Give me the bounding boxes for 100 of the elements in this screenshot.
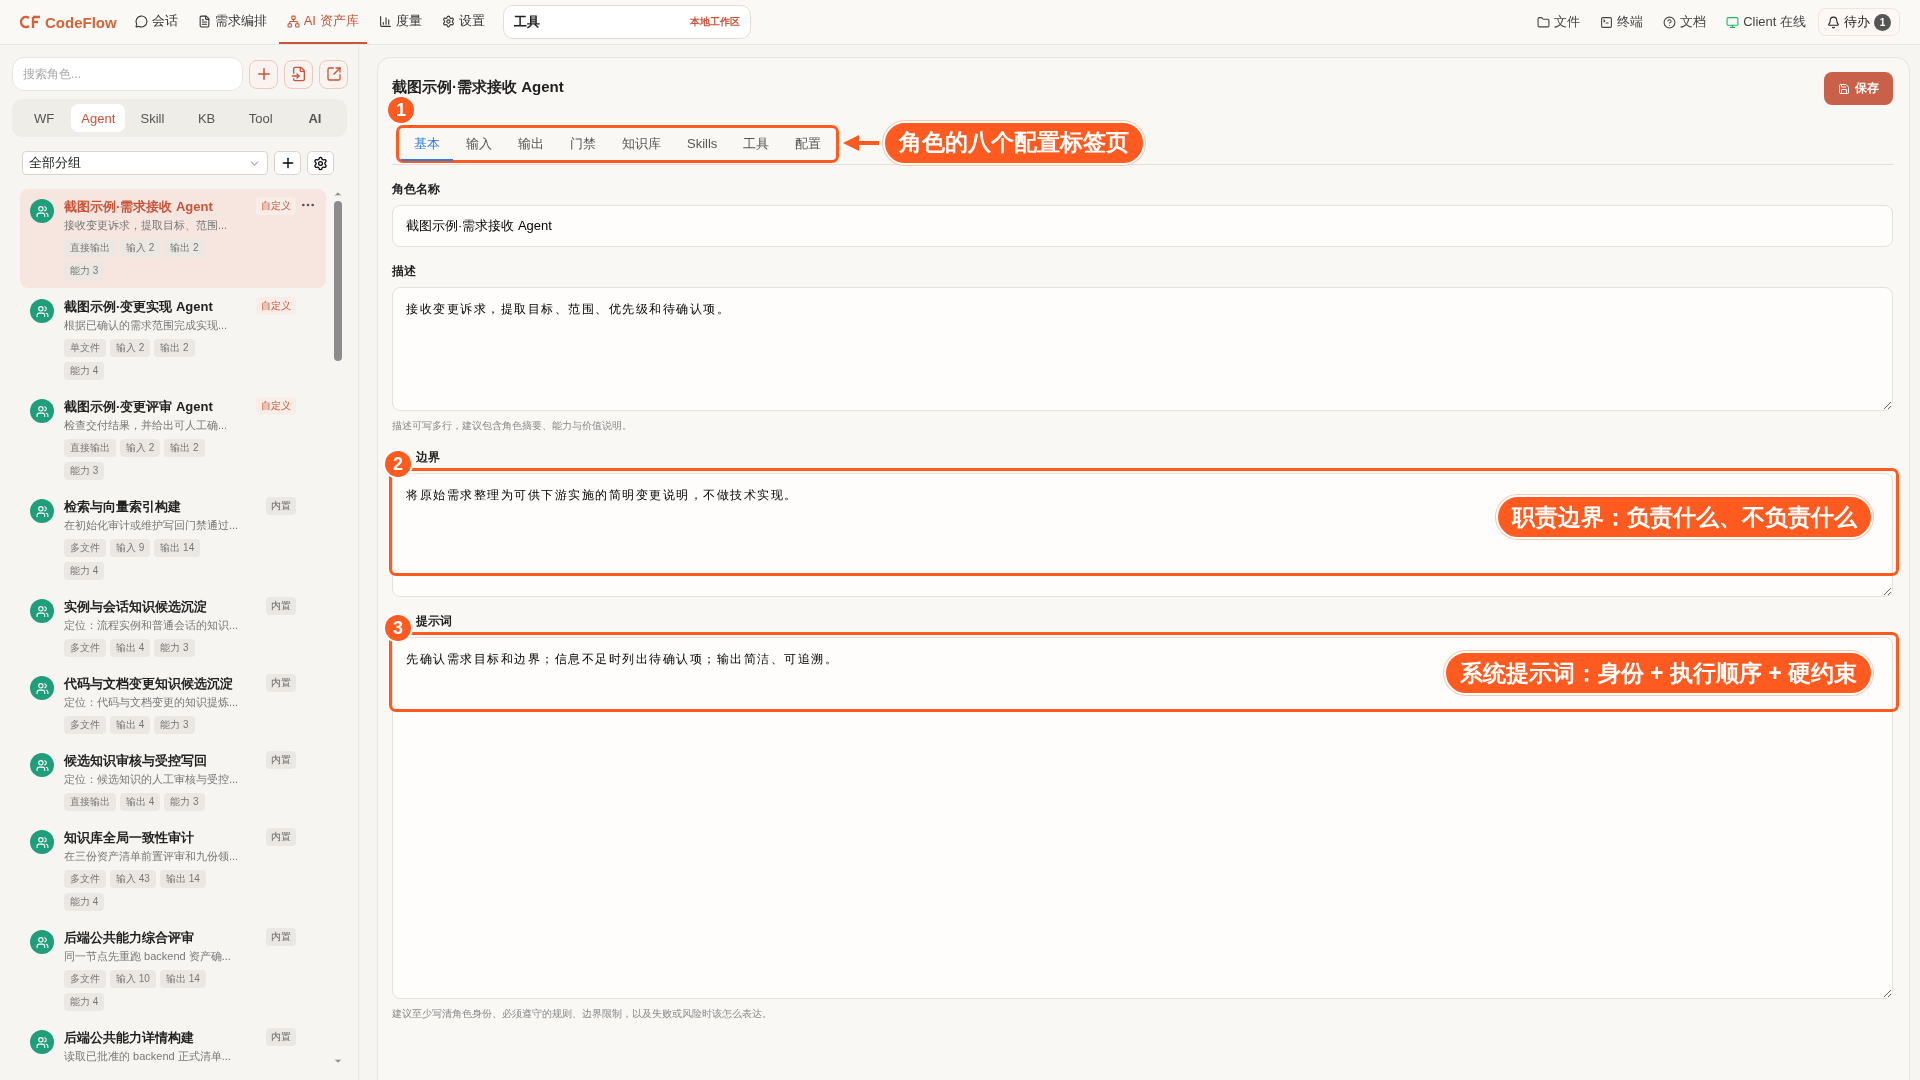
agent-title: 检索与向量索引构建 [64,498,182,516]
folder-icon [1537,15,1551,29]
agent-item[interactable]: 后端公共能力详情构建 读取已批准的 backend 正式清单... 内置 [20,1020,326,1072]
asset-tab[interactable]: AI [287,104,343,132]
agent-title: 知识库全局一致性审计 [64,829,195,847]
agent-tag: 输出 2 [154,339,195,357]
hierarchy-icon [286,14,300,28]
config-tab[interactable]: 基本 [401,128,453,161]
scroll-down-icon[interactable] [333,1056,343,1066]
nav-tab[interactable]: AI 资产库 [278,0,367,44]
agent-tag: 输入 2 [120,439,161,457]
bell-icon [1827,15,1840,29]
callout-label: 职责边界：负责什么、不负责什么 [1496,495,1873,539]
workspace-tab[interactable]: 工具 本地工作区 [502,5,751,39]
config-tab[interactable]: Skills [674,128,731,161]
agent-tag: 直接输出 [64,239,116,257]
config-tab[interactable]: 门禁 [557,128,609,161]
agent-tag: 能力 4 [64,362,105,380]
field-label: 边界 [416,449,440,466]
agent-item[interactable]: 截图示例·变更实现 Agent 根据已确认的需求范围完成实现... 单文件 输入 2 输出 2 能力 4 自定义 [20,289,326,388]
toolbar-link[interactable]: 终端 [1592,13,1652,31]
agent-item[interactable]: 实例与会话知识候选沉淀 定位：流程实例和普通会话的知识... 多文件 输出 4 能力 3 内置 [20,589,326,665]
agent-tag: 多文件 [64,539,106,557]
agent-description: 定位：候选知识的人工审核与受控... [64,772,239,787]
monitor-icon [1726,15,1740,29]
toolbar-link[interactable]: Client 在线 [1718,13,1814,31]
agent-item[interactable]: 代码与文档变更知识候选沉淀 定位：代码与文档变更的知识提炼... 多文件 输出 4 能力 3 内置 [20,666,326,742]
bar-chart-icon [378,14,392,28]
agent-title: 截图示例·变更评审 Agent [64,398,214,416]
config-tab[interactable]: 输出 [505,128,557,161]
logo[interactable]: CodeFlow [20,13,117,31]
export-button[interactable] [319,59,348,89]
import-button[interactable] [284,59,313,89]
asset-tab[interactable]: Tool [233,104,288,132]
agent-tag: 输出 14 [159,870,206,888]
field-label: 角色名称 [392,181,440,198]
search-field[interactable]: 搜索角色... [12,57,243,91]
nav-tab[interactable]: 设置 [433,0,493,44]
agent-tag: 能力 4 [64,993,105,1011]
agent-item[interactable]: 知识库全局一致性审计 在三份资产清单前置评审和九份领... 多文件 输入 43 输出 14 能力 4 内置 [20,820,326,919]
agent-description: 定位：流程实例和普通会话的知识... [64,618,239,633]
agent-title: 后端公共能力综合评审 [64,929,195,947]
callout-label: 系统提示词：身份 + 执行顺序 + 硬约束 [1443,651,1873,695]
agent-description: 在三份资产清单前置评审和九份领... [64,849,239,864]
text-field[interactable]: 截图示例·需求接收 Agent [392,205,1893,247]
agent-tag: 输入 43 [110,870,156,888]
agent-item[interactable]: 后端公共能力综合评审 同一节点先重跑 backend 资产确... 多文件 输入 10 输出 14 能力 4 内置 [20,920,326,1019]
nav-tab[interactable]: 度量 [370,0,430,44]
source-badge: 内置 [266,1028,296,1046]
agent-avatar-icon [30,930,54,954]
agent-tag: 能力 3 [154,716,195,734]
agent-description: 在初始化审计或维护写回门禁通过... [64,518,239,533]
chat-icon [134,14,148,28]
scroll-thumb[interactable] [334,201,342,361]
agent-avatar-icon [30,399,54,423]
agent-item[interactable]: 检索与向量索引构建 在初始化审计或维护写回门禁通过... 多文件 输入 9 输出 14 能力 4 内置 [20,489,326,588]
config-tab[interactable]: 工具 [730,128,783,161]
source-badge: 内置 [266,751,296,769]
export-icon [325,66,342,82]
asset-tab[interactable]: Skill [125,104,180,132]
agent-tag: 输出 2 [164,239,205,257]
agent-tag: 直接输出 [64,793,116,811]
add-button[interactable] [249,59,278,89]
asset-tab[interactable]: Agent [71,104,126,132]
agent-item[interactable]: 截图示例·需求接收 Agent 接收变更诉求，提取目标、范围... 直接输出 输入 2 输出 2 能力 3 自定义 [20,189,326,288]
source-badge: 自定义 [256,397,296,415]
count-badge: 1 [1874,13,1891,31]
agent-tag: 多文件 [64,639,106,657]
group-select[interactable]: 全部分组 [22,151,268,175]
settings-button[interactable] [307,151,334,175]
field-label: 描述 [392,263,416,280]
todo-button[interactable]: 待办 1 [1818,8,1900,36]
asset-tab[interactable]: WF [17,104,72,132]
text-area[interactable]: 接收变更诉求，提取目标、范围、优先级和待确认项。 [392,287,1893,411]
add-group-button[interactable] [274,151,301,175]
agent-item[interactable]: 截图示例·变更评审 Agent 检查交付结果，并给出可人工确... 直接输出 输入 2 输出 2 能力 3 自定义 [20,389,326,488]
agent-tag: 输入 2 [110,339,151,357]
agent-title: 截图示例·需求接收 Agent [64,198,214,216]
config-tab[interactable]: 输入 [453,128,505,161]
source-badge: 内置 [266,597,296,615]
agent-item[interactable]: 候选知识审核与受控写回 定位：候选知识的人工审核与受控... 直接输出 输出 4 能力 3 内置 [20,743,326,819]
agent-avatar-icon [30,830,54,854]
toolbar-link[interactable]: 文件 [1529,13,1589,31]
agent-tag: 直接输出 [64,439,116,457]
asset-tab[interactable]: KB [179,104,234,132]
config-tab[interactable]: 配置 [782,128,835,161]
agent-description: 根据已确认的需求范围完成实现... [64,318,229,333]
save-button[interactable]: 保存 [1824,72,1893,105]
help-icon [1663,15,1677,29]
agent-tag: 输出 4 [120,793,161,811]
agent-description: 接收变更诉求，提取目标、范围... [64,218,229,233]
nav-tab[interactable]: 需求编排 [189,0,275,44]
field-hint: 建议至少写清角色身份、必须遵守的规则、边界限制，以及失败或风险时该怎么表达。 [392,1007,773,1021]
config-tab[interactable]: 知识库 [609,128,674,161]
toolbar-link[interactable]: 文档 [1655,13,1715,31]
scroll-up-icon[interactable] [333,189,343,199]
source-badge: 自定义 [256,197,296,215]
agent-tag: 输入 10 [110,970,156,988]
agent-tag: 输出 14 [154,539,201,557]
nav-tab[interactable]: 会话 [126,0,186,44]
